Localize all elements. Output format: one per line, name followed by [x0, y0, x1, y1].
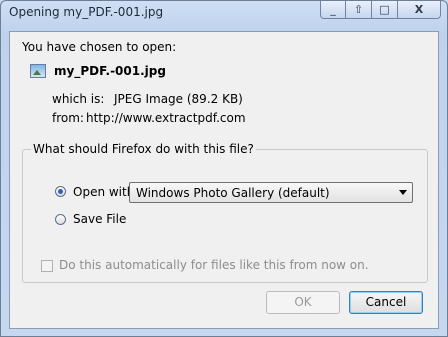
file-name: my_PDF.-001.jpg	[54, 64, 166, 78]
image-file-icon	[30, 64, 46, 78]
application-select[interactable]: Windows Photo Gallery (default)	[129, 182, 413, 203]
title-bar: Opening my_PDF.-001.jpg _ ⇧ □ X	[1, 1, 447, 23]
save-file-label[interactable]: Save File	[73, 212, 126, 226]
chevron-down-icon	[399, 190, 407, 195]
minimize-button[interactable]: _	[320, 1, 346, 19]
window-controls: _ ⇧ □ X	[320, 1, 441, 19]
minimize-icon: _	[330, 3, 336, 16]
ok-button[interactable]: OK	[266, 291, 340, 314]
unknown-button[interactable]: ⇧	[346, 1, 372, 19]
close-button[interactable]: X	[398, 1, 441, 19]
open-with-radio[interactable]	[55, 186, 66, 197]
which-is-value: JPEG Image (89.2 KB)	[114, 92, 243, 106]
which-is-label: which is:	[52, 92, 105, 106]
window-title: Opening my_PDF.-001.jpg	[9, 5, 164, 19]
chosen-heading: You have chosen to open:	[22, 40, 177, 54]
from-value: http://www.extractpdf.com	[86, 111, 246, 125]
close-icon: X	[414, 3, 424, 16]
dialog-window: Opening my_PDF.-001.jpg _ ⇧ □ X You have…	[0, 0, 448, 337]
save-file-radio[interactable]	[55, 214, 66, 225]
maximize-button[interactable]: □	[372, 1, 398, 19]
maximize-icon: □	[379, 3, 390, 16]
from-label: from:	[52, 111, 84, 125]
up-arrow-icon: ⇧	[353, 3, 364, 16]
auto-checkbox[interactable]	[41, 260, 53, 272]
groupbox-legend: What should Firefox do with this file?	[31, 142, 256, 156]
dialog-body: You have chosen to open: my_PDF.-001.jpg…	[9, 31, 439, 329]
application-selected-value: Windows Photo Gallery (default)	[136, 186, 330, 200]
open-with-label[interactable]: Open with	[73, 185, 134, 199]
cancel-button[interactable]: Cancel	[349, 291, 423, 314]
auto-checkbox-label[interactable]: Do this automatically for files like thi…	[59, 258, 369, 272]
action-groupbox: What should Firefox do with this file? O…	[22, 142, 428, 283]
